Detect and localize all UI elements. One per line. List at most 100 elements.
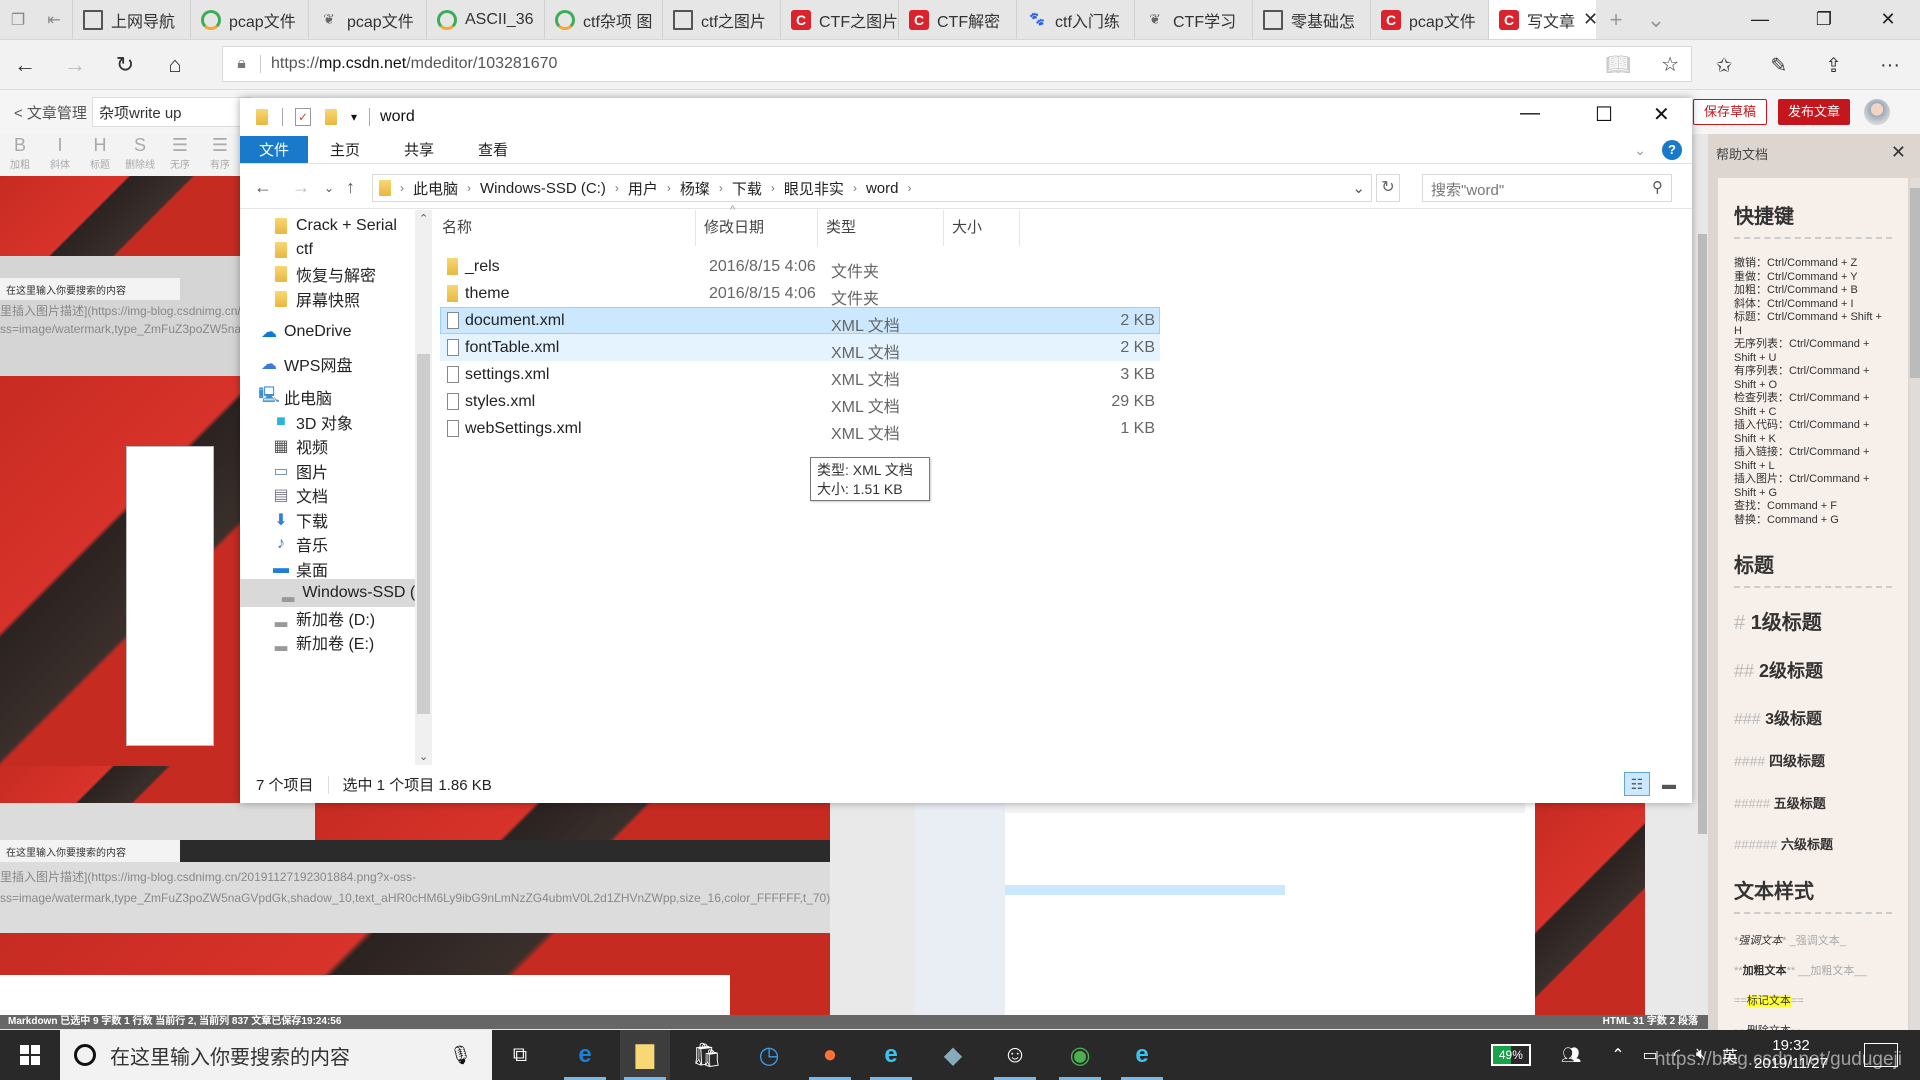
- browser-tab[interactable]: 零基础怎: [1252, 0, 1370, 39]
- chevron-right-icon[interactable]: ›: [467, 181, 471, 195]
- browser-tab[interactable]: ASCII_36: [426, 0, 544, 39]
- explorer-forward-button[interactable]: →: [292, 177, 310, 198]
- large-icons-view-icon[interactable]: ▬: [1656, 772, 1682, 796]
- explorer-refresh-button[interactable]: ↻: [1376, 174, 1400, 202]
- column-header-0[interactable]: 名称: [434, 210, 696, 246]
- back-button[interactable]: ←: [0, 52, 50, 78]
- close-icon[interactable]: ✕: [1891, 142, 1906, 163]
- browser-tab[interactable]: C 写文章 ✕: [1488, 0, 1596, 39]
- battery-indicator[interactable]: 49%: [1490, 1044, 1531, 1066]
- help-scrollbar[interactable]: [1910, 178, 1920, 1030]
- home-button[interactable]: ⌂: [150, 52, 200, 78]
- breadcrumb-item[interactable]: Windows-SSD (C:): [480, 180, 606, 197]
- recent-locations-icon[interactable]: ⌄: [324, 181, 334, 195]
- address-bar[interactable]: 🔒︎ https://mp.csdn.net/mdeditor/10328167…: [222, 46, 1692, 82]
- toolbar-button-3[interactable]: S 删除线: [120, 134, 160, 176]
- internet-explorer-icon[interactable]: e: [866, 1030, 916, 1080]
- people-icon[interactable]: 👥︎: [1561, 1045, 1581, 1065]
- tab-groups-icon[interactable]: ❐: [0, 0, 36, 39]
- nav-item[interactable]: ▦ 视频: [273, 432, 432, 460]
- explorer-close-button[interactable]: ✕: [1653, 102, 1670, 127]
- file-row[interactable]: webSettings.xml XML 文档 1 KB: [440, 415, 1160, 443]
- browser-tab[interactable]: C CTF解密: [898, 0, 1016, 39]
- edge-icon[interactable]: e: [560, 1030, 610, 1080]
- set-aside-tabs-icon[interactable]: ⇤: [36, 0, 72, 39]
- start-button[interactable]: [0, 1030, 60, 1080]
- article-title-input[interactable]: 杂项write up: [92, 97, 252, 127]
- new-folder-icon[interactable]: [325, 109, 337, 125]
- chevron-right-icon[interactable]: ›: [615, 181, 619, 195]
- microphone-icon[interactable]: 🎙︎: [449, 1045, 472, 1066]
- pen-notes-icon[interactable]: ✎: [1770, 53, 1787, 78]
- nav-item[interactable]: ☁︎ WPS网盘: [261, 350, 432, 378]
- search-icon[interactable]: ⚲: [1652, 178, 1663, 196]
- nav-item[interactable]: 屏幕快照: [274, 285, 432, 313]
- url-text[interactable]: https://mp.csdn.net/mdeditor/103281670: [261, 55, 557, 73]
- browser-tab[interactable]: ctf杂项 图: [544, 0, 662, 39]
- help-scrollbar-thumb[interactable]: [1910, 188, 1920, 378]
- nav-item[interactable]: ☁ OneDrive: [261, 318, 432, 346]
- browser-minimize-button[interactable]: —: [1728, 0, 1792, 39]
- close-tab-icon[interactable]: ✕: [1583, 9, 1596, 30]
- customize-quick-access-icon[interactable]: ▾: [351, 110, 357, 124]
- chevron-right-icon[interactable]: ›: [771, 181, 775, 195]
- chevron-right-icon[interactable]: ›: [719, 181, 723, 195]
- user-avatar[interactable]: [1864, 99, 1890, 125]
- ribbon-tab-2[interactable]: 共享: [382, 136, 456, 163]
- chrome-icon[interactable]: ◉: [1055, 1030, 1105, 1080]
- explorer-maximize-button[interactable]: ☐: [1595, 102, 1613, 127]
- breadcrumb-item[interactable]: 此电脑: [413, 178, 458, 199]
- expand-ribbon-icon[interactable]: ⌄: [1634, 142, 1646, 159]
- internet-explorer-icon[interactable]: e: [1117, 1030, 1167, 1080]
- chevron-right-icon[interactable]: ›: [853, 181, 857, 195]
- explorer-back-button[interactable]: ←: [254, 177, 272, 198]
- reading-view-icon[interactable]: 📖︎: [1606, 52, 1631, 77]
- favorites-list-icon[interactable]: ✩: [1716, 53, 1733, 78]
- up-folder-button[interactable]: ↑: [346, 177, 355, 198]
- toolbar-button-5[interactable]: ☰ 有序: [200, 134, 240, 176]
- clock-app-icon[interactable]: ◷: [744, 1030, 794, 1080]
- tab-preview-chevron-icon[interactable]: ⌄: [1636, 0, 1676, 39]
- browser-tab[interactable]: 🐾︎ ctf入门练: [1016, 0, 1134, 39]
- nav-pane-scrollbar[interactable]: ⌃ ⌄: [415, 210, 432, 765]
- explorer-search-input[interactable]: 搜索"word" ⚲: [1422, 174, 1672, 202]
- file-row[interactable]: styles.xml XML 文档 29 KB: [440, 388, 1160, 416]
- file-row[interactable]: _rels 2016/8/15 4:06 文件夹: [440, 253, 1160, 281]
- article-management-link[interactable]: < 文章管理: [14, 102, 87, 123]
- chevron-right-icon[interactable]: ›: [907, 181, 911, 195]
- browser-tab[interactable]: ctf之图片: [662, 0, 780, 39]
- nav-item[interactable]: ▤ 文档: [273, 481, 432, 509]
- properties-icon[interactable]: ✓: [295, 108, 311, 126]
- breadcrumb-item[interactable]: word: [866, 180, 899, 197]
- refresh-button[interactable]: ↻: [100, 52, 150, 78]
- breadcrumb-item[interactable]: 用户: [628, 178, 658, 199]
- firefox-icon[interactable]: ●: [805, 1030, 855, 1080]
- ribbon-tab-3[interactable]: 查看: [456, 136, 530, 163]
- scroll-down-icon[interactable]: ⌄: [419, 750, 428, 763]
- qq-icon[interactable]: ☺: [990, 1030, 1040, 1080]
- ribbon-tab-0[interactable]: 文件: [240, 136, 309, 163]
- file-explorer-icon[interactable]: ▇: [620, 1030, 670, 1080]
- editor-scrollbar[interactable]: [1697, 134, 1708, 1014]
- file-row[interactable]: document.xml XML 文档 2 KB: [440, 307, 1160, 335]
- chevron-right-icon[interactable]: ›: [667, 181, 671, 195]
- browser-close-button[interactable]: ✕: [1856, 0, 1920, 39]
- explorer-minimize-button[interactable]: —: [1520, 102, 1540, 125]
- forward-button[interactable]: →: [50, 52, 100, 78]
- toolbar-button-0[interactable]: B 加粗: [0, 134, 40, 176]
- nav-item[interactable]: ▂ Windows-SSD (C:): [240, 579, 432, 607]
- scroll-up-icon[interactable]: ⌃: [419, 212, 428, 225]
- editor-scrollbar-thumb[interactable]: [1698, 234, 1707, 834]
- browser-tab[interactable]: pcap文件: [190, 0, 308, 39]
- toolbar-button-1[interactable]: I 斜体: [40, 134, 80, 176]
- toolbar-button-2[interactable]: H 标题: [80, 134, 120, 176]
- show-hidden-icons-chevron[interactable]: ⌃: [1611, 1045, 1624, 1065]
- taskbar-search-box[interactable]: 在这里输入你要搜索的内容 🎙︎: [60, 1030, 492, 1080]
- store-icon[interactable]: 🛍︎: [682, 1030, 732, 1080]
- toolbar-button-4[interactable]: ☰ 无序: [160, 134, 200, 176]
- breadcrumb-item[interactable]: 下载: [732, 178, 762, 199]
- browser-tab[interactable]: C CTF之图片: [780, 0, 898, 39]
- app-icon[interactable]: ◆: [928, 1030, 978, 1080]
- breadcrumb-item[interactable]: 眼见非实: [784, 178, 844, 199]
- favorite-star-icon[interactable]: ☆: [1661, 52, 1679, 77]
